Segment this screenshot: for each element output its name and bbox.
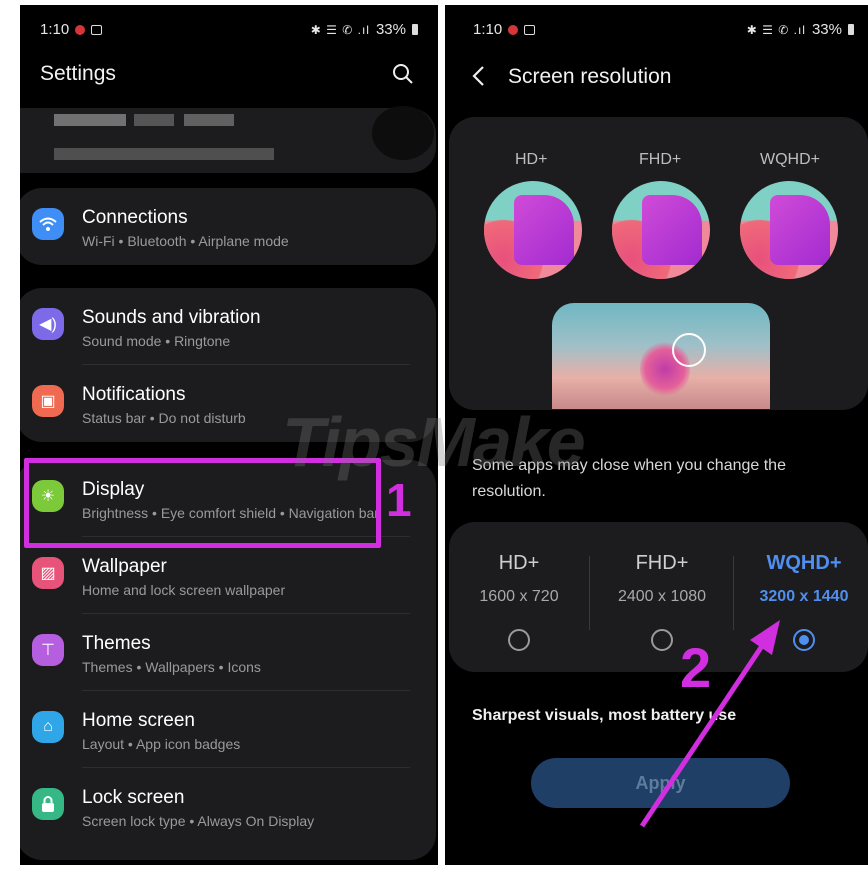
annotation-arrow	[639, 620, 780, 828]
annotation-number-2: 2	[680, 636, 712, 699]
